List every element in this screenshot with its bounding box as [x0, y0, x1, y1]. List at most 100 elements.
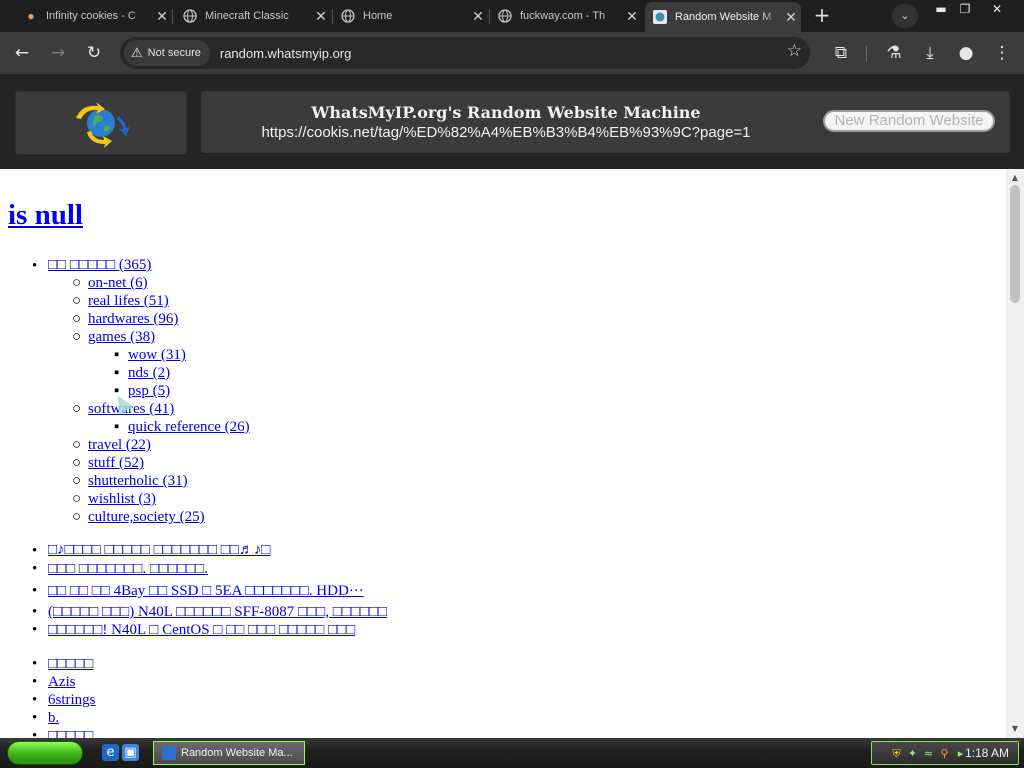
globe-icon — [341, 9, 355, 23]
bookmark-star-icon[interactable]: ☆ — [787, 41, 802, 61]
scrollbar-thumb[interactable] — [1010, 185, 1020, 303]
labs-button[interactable]: ⚗ — [881, 41, 907, 65]
category-link[interactable]: psp (5) — [128, 383, 170, 400]
close-window-button[interactable]: ✕ — [984, 0, 1010, 18]
connection-icon[interactable]: ≈ — [922, 747, 935, 760]
tab-infinity-cookies[interactable]: ● Infinity cookies - C ✕ — [16, 3, 172, 29]
bullet-circle: ○ — [72, 509, 82, 525]
page-heading[interactable]: is null — [8, 199, 83, 232]
taskbar-item-browser[interactable]: Random Website Ma... — [153, 741, 305, 765]
tab-minecraft-classic[interactable]: Minecraft Classic ✕ — [175, 3, 331, 29]
puzzle-icon: ⧉ — [834, 43, 848, 63]
security-label: Not secure — [147, 47, 201, 59]
tab-title: Infinity cookies - C — [46, 10, 136, 22]
bullet-circle: ○ — [72, 329, 82, 345]
tab-title: Minecraft Classic — [205, 10, 289, 22]
tab-fuckway[interactable]: fuckway.com - Th ✕ — [490, 3, 642, 29]
start-button[interactable] — [7, 741, 83, 765]
address-bar[interactable]: ⚠ Not secure random.whatsmyip.org ☆ — [120, 37, 810, 69]
bullet-disc: • — [32, 561, 38, 577]
logo-box[interactable] — [15, 91, 187, 155]
toolbar-separator — [866, 46, 867, 62]
scroll-down-icon[interactable]: ▼ — [1006, 722, 1024, 736]
url-text[interactable]: random.whatsmyip.org — [220, 46, 352, 61]
network-icon[interactable]: ✦ — [906, 747, 919, 760]
bullet-circle: ○ — [72, 491, 82, 507]
warning-icon: ⚠ — [131, 45, 143, 60]
forward-button[interactable]: → — [45, 41, 71, 65]
category-link[interactable]: □□ □□□□□ (365) — [48, 257, 151, 274]
category-link[interactable]: travel (22) — [88, 437, 151, 454]
blogroll-link[interactable]: 6strings — [48, 692, 96, 709]
bullet-circle: ○ — [72, 401, 82, 417]
bullet-circle: ○ — [72, 311, 82, 327]
system-tray: ⛨ ✦ ≈ ⚲ ▸ 1:18 AM — [871, 741, 1019, 765]
taskbar-item-label: Random Website Ma... — [181, 747, 293, 759]
tab-random-website[interactable]: Random Website M ✕ — [645, 2, 801, 32]
category-link[interactable]: games (38) — [88, 329, 155, 346]
back-button[interactable]: ← — [9, 41, 35, 65]
post-link[interactable]: □□ □□ □□ 4Bay □□ SSD □ 5EA □□□□□□□. HDD·… — [48, 583, 364, 600]
category-link[interactable]: stuff (52) — [88, 455, 144, 472]
profile-button[interactable]: ● — [953, 41, 979, 65]
close-icon[interactable]: ✕ — [311, 8, 331, 25]
whatsmyip-icon — [653, 10, 667, 24]
new-tab-button[interactable]: + — [810, 5, 834, 27]
downloads-button[interactable]: ⤓ — [917, 41, 943, 65]
bullet-disc: • — [32, 258, 38, 274]
close-icon[interactable]: ✕ — [781, 9, 801, 26]
menu-button[interactable]: ⋮ — [989, 41, 1015, 65]
desktop-icon[interactable]: ▣ — [122, 744, 139, 761]
security-shield-icon[interactable]: ⛨ — [890, 747, 903, 760]
new-random-website-button[interactable]: New Random Website — [823, 110, 995, 132]
cookie-icon: ● — [27, 9, 35, 23]
post-link[interactable]: □□□ □□□□□□□. □□□□□□. — [48, 561, 208, 578]
post-link[interactable]: □♪□□□□ □□□□□ □□□□□□□ □□♬♪□ — [48, 542, 270, 559]
random-machine-header: WhatsMyIP.org's Random Website Machine h… — [0, 74, 1024, 169]
tab-search-button[interactable]: ⌄ — [892, 4, 918, 28]
search-icon[interactable]: ⚲ — [938, 747, 951, 760]
internet-explorer-icon[interactable]: e — [102, 744, 119, 761]
bullet-circle: ○ — [72, 473, 82, 489]
tab-home[interactable]: Home ✕ — [333, 3, 488, 29]
bullet-disc: • — [32, 622, 38, 638]
clock[interactable]: 1:18 AM — [965, 746, 1009, 760]
minimize-button[interactable]: ▬ — [928, 0, 954, 18]
extensions-button[interactable]: ⧉ — [828, 41, 854, 65]
post-link[interactable]: □□□□□□! N40L □ CentOS □ □□ □□□ □□□□□ □□□ — [48, 622, 355, 639]
scroll-up-icon[interactable]: ▲ — [1006, 171, 1024, 185]
category-link[interactable]: wow (31) — [128, 347, 186, 364]
blogroll-link[interactable]: Azis — [48, 674, 76, 691]
vertical-scrollbar[interactable]: ▲ ▼ — [1006, 169, 1024, 738]
blogroll-link[interactable]: b. — [48, 710, 59, 727]
bullet-square: ▪ — [114, 419, 120, 435]
post-link[interactable]: (□□□□□ □□□) N40L □□□□□□ SFF-8087 □□□, □□… — [48, 604, 387, 621]
close-icon[interactable]: ✕ — [622, 8, 642, 25]
close-icon[interactable]: ✕ — [152, 8, 172, 25]
close-icon[interactable]: ✕ — [468, 8, 488, 25]
category-link[interactable]: shutterholic (31) — [88, 473, 188, 490]
category-link[interactable]: nds (2) — [128, 365, 170, 382]
reload-icon: ↻ — [86, 43, 102, 63]
bullet-square: ▪ — [114, 365, 120, 381]
category-link[interactable]: quick reference (26) — [128, 419, 250, 436]
bullet-disc: • — [32, 728, 38, 738]
whatsmyip-logo-icon — [76, 102, 130, 148]
machine-info-box: WhatsMyIP.org's Random Website Machine h… — [201, 91, 1010, 153]
restore-button[interactable]: ❐ — [952, 0, 978, 18]
blogroll-link[interactable]: □□□□□ — [48, 728, 93, 738]
category-link[interactable]: wishlist (3) — [88, 491, 156, 508]
category-link[interactable]: real lifes (51) — [88, 293, 169, 310]
browser-window-icon — [162, 746, 176, 760]
blogroll-link[interactable]: □□□□□ — [48, 656, 93, 673]
category-link[interactable]: on-net (6) — [88, 275, 148, 292]
reload-button[interactable]: ↻ — [81, 41, 107, 65]
forward-arrow-icon: → — [50, 43, 66, 63]
category-link[interactable]: hardwares (96) — [88, 311, 178, 328]
bullet-disc: • — [32, 604, 38, 620]
security-chip[interactable]: ⚠ Not secure — [124, 40, 210, 66]
kebab-menu-icon: ⋮ — [993, 43, 1011, 63]
category-link[interactable]: culture,society (25) — [88, 509, 205, 526]
back-arrow-icon: ← — [14, 43, 30, 63]
current-site-url[interactable]: https://cookis.net/tag/%ED%82%A4%EB%B3%B… — [201, 124, 811, 141]
